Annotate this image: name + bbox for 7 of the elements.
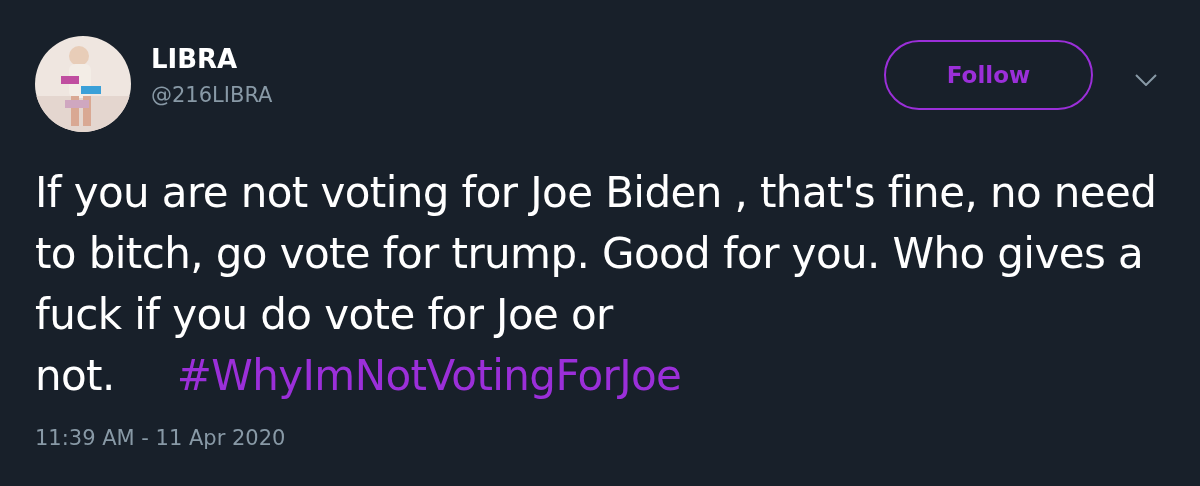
display-name[interactable]: LIBRA: [151, 42, 273, 76]
user-handle[interactable]: @216LIBRA: [151, 80, 273, 110]
follow-button[interactable]: Follow: [884, 40, 1093, 110]
timestamp[interactable]: 11:39 AM - 11 Apr 2020: [35, 426, 286, 450]
tweet-text: If you are not voting for Joe Biden , that's fine, no need to bitch, go vote for trump. Good for you. Who gives a fuck if you do vote for Joe or not. #WhyImNotVotingForJoe: [35, 167, 1158, 402]
chevron-down-icon[interactable]: [1135, 74, 1157, 86]
hashtag-link[interactable]: #WhyImNotVotingForJoe: [176, 351, 682, 400]
